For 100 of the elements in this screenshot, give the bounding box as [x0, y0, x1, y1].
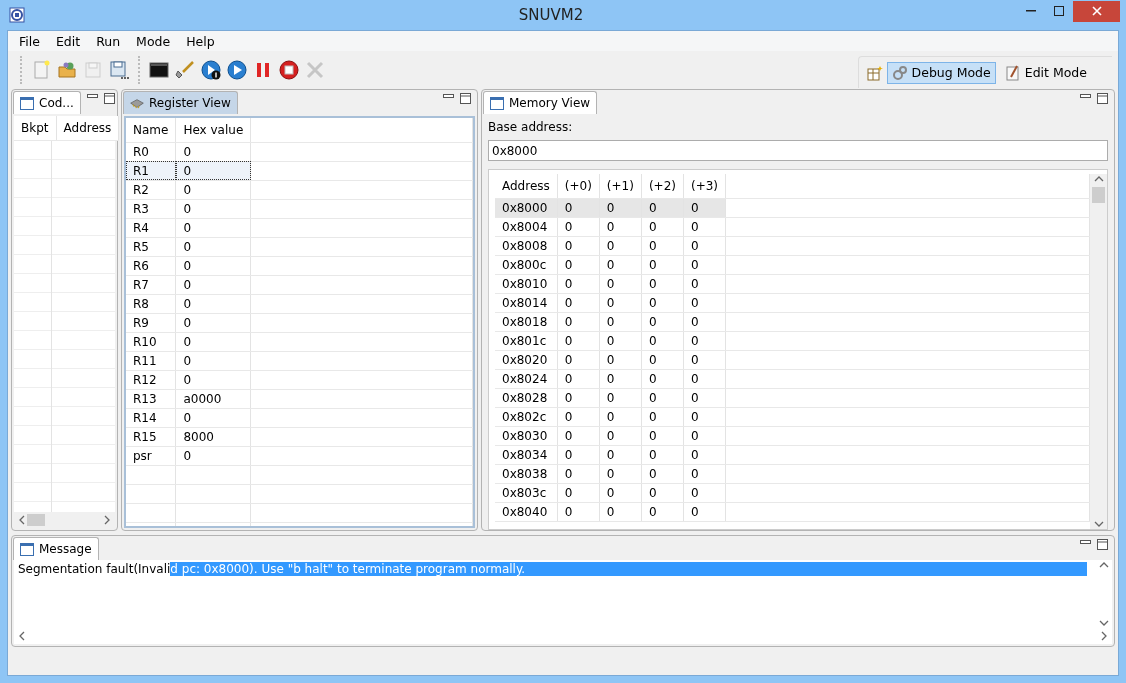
scroll-up-icon[interactable] [1098, 560, 1109, 570]
app-icon [9, 7, 25, 23]
window-icon [20, 96, 34, 110]
close-icon [1091, 6, 1102, 16]
table-cell: 0 [175, 199, 251, 218]
column-header[interactable]: Address [56, 116, 119, 140]
scroll-left-icon[interactable] [17, 631, 27, 641]
table-cell: R2 [126, 180, 176, 199]
table-cell: 0x800c [495, 255, 558, 274]
table-cell: 0x8024 [495, 369, 558, 388]
table-cell: R11 [126, 351, 176, 370]
column-header[interactable]: (+3) [683, 174, 726, 198]
table-cell: R5 [126, 237, 176, 256]
maximize-icon[interactable] [103, 92, 115, 104]
column-header[interactable]: Hex value [175, 118, 251, 142]
table-cell: 0 [557, 274, 600, 293]
base-address-field[interactable]: 0x8000 [488, 140, 1108, 161]
table-cell: R1 [126, 161, 176, 180]
table-cell: 0 [641, 502, 684, 521]
shovel-icon[interactable] [175, 60, 195, 80]
scrollbar-thumb[interactable] [1092, 187, 1105, 203]
menu-item[interactable]: Edit [47, 33, 89, 49]
perspective-icon[interactable] [866, 64, 883, 81]
folder-icon[interactable] [57, 60, 77, 80]
table-cell: 0 [599, 388, 642, 407]
column-header[interactable]: Bkpt [14, 116, 56, 140]
maximize-icon[interactable] [1097, 538, 1108, 550]
table-cell: 0x801c [495, 331, 558, 350]
table-cell: 0 [683, 236, 726, 255]
table-cell: 0 [557, 464, 600, 483]
window-icon [490, 96, 504, 110]
panel-tab[interactable]: Memory View [483, 91, 598, 114]
table-cell: 0 [683, 312, 726, 331]
table-cell: 0 [557, 255, 600, 274]
table-cell: R13 [126, 389, 176, 408]
scroll-down-icon[interactable] [1098, 618, 1109, 628]
stop-icon[interactable] [279, 60, 299, 80]
table-cell: 0 [599, 274, 642, 293]
table-cell: 0 [641, 445, 684, 464]
maximize-icon[interactable] [460, 92, 471, 104]
table-cell: R12 [126, 370, 176, 389]
table-cell: 0 [557, 388, 600, 407]
column-header[interactable]: (+1) [599, 174, 642, 198]
table-cell: 0 [557, 445, 600, 464]
table-cell: 0x8034 [495, 445, 558, 464]
debug-mode-button[interactable]: Debug Mode [886, 61, 996, 84]
table-cell: 0 [599, 445, 642, 464]
edit-mode-button[interactable]: Edit Mode [999, 61, 1092, 84]
table-cell: 0 [683, 483, 726, 502]
panel-tab[interactable]: Message [13, 537, 99, 560]
panel-tab[interactable]: Cod... [13, 91, 81, 114]
table-cell: 0 [683, 369, 726, 388]
terminal-icon[interactable] [149, 60, 169, 80]
table-cell: 0 [175, 275, 251, 294]
table-cell: 0 [175, 332, 251, 351]
table-cell: 0 [599, 369, 642, 388]
table-cell: 8000 [175, 427, 251, 446]
table-cell: 0 [683, 445, 726, 464]
table-cell: 0 [599, 464, 642, 483]
scroll-down-icon[interactable] [1093, 519, 1104, 529]
selected-text: d pc: 0x8000). Use "b halt" to terminate program normally. [170, 562, 1087, 576]
table-cell: 0 [599, 502, 642, 521]
table-cell: 0 [557, 236, 600, 255]
table-cell: 0 [683, 331, 726, 350]
column-header[interactable]: Address [495, 174, 558, 198]
column-header[interactable]: (+2) [641, 174, 684, 198]
table-cell: 0 [683, 350, 726, 369]
table-cell: 0 [641, 255, 684, 274]
scroll-right-icon[interactable] [102, 515, 112, 525]
column-header[interactable]: Name [126, 118, 176, 142]
menu-item[interactable]: File [11, 33, 48, 49]
scrollbar-thumb[interactable] [27, 514, 45, 526]
table-cell: 0 [683, 502, 726, 521]
menu-item[interactable]: Mode [128, 33, 179, 49]
table-cell: 0 [683, 464, 726, 483]
menu-item[interactable]: Run [88, 33, 129, 49]
table-cell: 0x8030 [495, 426, 558, 445]
field-label: Base address: [488, 120, 574, 136]
scroll-left-icon[interactable] [17, 515, 27, 525]
scroll-right-icon[interactable] [1099, 631, 1109, 641]
table-cell: 0x8018 [495, 312, 558, 331]
play-icon[interactable] [227, 60, 247, 80]
panel-tab[interactable]: Register View [123, 91, 238, 114]
table-cell: 0x8000 [495, 198, 558, 217]
table-cell: R14 [126, 408, 176, 427]
scroll-up-icon[interactable] [1093, 174, 1104, 184]
table-cell: 0 [557, 483, 600, 502]
column-header[interactable]: (+0) [557, 174, 600, 198]
table-cell: 0 [557, 407, 600, 426]
table-cell: R10 [126, 332, 176, 351]
table-cell: 0 [599, 312, 642, 331]
table-cell: 0 [175, 237, 251, 256]
window-icon [20, 542, 34, 556]
table-cell: R6 [126, 256, 176, 275]
maximize-icon[interactable] [1097, 92, 1108, 104]
step-play-icon[interactable] [201, 60, 221, 80]
table-cell: 0 [641, 274, 684, 293]
table-cell: 0 [683, 426, 726, 445]
menu-item[interactable]: Help [178, 33, 223, 49]
table-cell: 0 [175, 218, 251, 237]
